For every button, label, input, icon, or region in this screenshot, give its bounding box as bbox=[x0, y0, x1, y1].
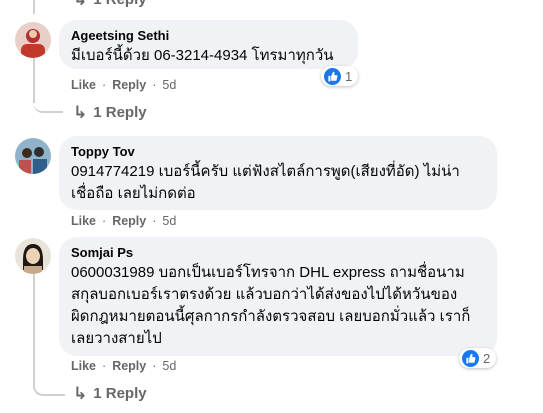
reaction-count: 2 bbox=[483, 350, 491, 366]
comment-actions: Like · Reply · 5d bbox=[71, 359, 176, 373]
reaction-summary[interactable]: 1 bbox=[321, 66, 359, 86]
separator: · bbox=[102, 359, 107, 373]
view-replies-label: 1 Reply bbox=[93, 0, 146, 8]
like-button[interactable]: Like bbox=[71, 214, 96, 228]
separator: · bbox=[152, 214, 157, 228]
thread-curve bbox=[33, 95, 63, 113]
comment-text: มีเบอร์นี้ด้วย 06-3214-4934 โทรมาทุกวัน bbox=[71, 47, 334, 64]
reply-button[interactable]: Reply bbox=[112, 78, 146, 92]
comment-author[interactable]: Ageetsing Sethi bbox=[71, 28, 346, 44]
reply-button[interactable]: Reply bbox=[112, 214, 146, 228]
view-replies-label: 1 Reply bbox=[93, 385, 147, 402]
thread-line bbox=[33, 274, 35, 387]
reaction-count: 1 bbox=[345, 68, 353, 84]
comment-actions: Like · Reply · 5d bbox=[71, 214, 176, 228]
separator: · bbox=[152, 359, 157, 373]
like-reaction-icon bbox=[462, 349, 479, 367]
avatar[interactable] bbox=[15, 22, 51, 58]
like-reaction-icon bbox=[324, 67, 341, 85]
view-replies-link[interactable]: ↳ 1 Reply bbox=[73, 104, 147, 121]
timestamp[interactable]: 5d bbox=[162, 78, 176, 92]
avatar[interactable] bbox=[15, 138, 51, 174]
reply-arrow-icon: ↳ bbox=[73, 0, 87, 8]
timestamp[interactable]: 5d bbox=[162, 359, 176, 373]
separator: · bbox=[102, 78, 107, 92]
view-replies-link[interactable]: ↳ 1 Reply bbox=[73, 385, 147, 402]
comment-bubble: Toppy Tov 0914774219 เบอร์นี้ครับ แต่ฟัง… bbox=[59, 136, 497, 210]
comment-bubble: Ageetsing Sethi มีเบอร์นี้ด้วย 06-3214-4… bbox=[59, 20, 358, 69]
separator: · bbox=[102, 214, 107, 228]
view-replies-label: 1 Reply bbox=[93, 104, 147, 121]
comment-text: 0914774219 เบอร์นี้ครับ แต่ฟังสไตล์การพู… bbox=[71, 163, 460, 202]
separator: · bbox=[152, 78, 157, 92]
like-button[interactable]: Like bbox=[71, 78, 96, 92]
thread-line bbox=[33, 0, 35, 14]
reply-arrow-icon: ↳ bbox=[73, 384, 88, 403]
comment-bubble: Somjai Ps 0600031989 บอกเป็นเบอร์โทรจาก … bbox=[59, 237, 497, 356]
thread-curve bbox=[33, 378, 65, 396]
comment-text: 0600031989 บอกเป็นเบอร์โทรจาก DHL expres… bbox=[71, 264, 471, 347]
like-button[interactable]: Like bbox=[71, 359, 96, 373]
timestamp[interactable]: 5d bbox=[162, 214, 176, 228]
comment-author[interactable]: Toppy Tov bbox=[71, 144, 485, 160]
view-replies-link[interactable]: ↳ 1 Reply bbox=[73, 0, 147, 8]
reply-arrow-icon: ↳ bbox=[73, 103, 88, 122]
comment-actions: Like · Reply · 5d bbox=[71, 78, 176, 92]
avatar[interactable] bbox=[15, 238, 51, 274]
comment-author[interactable]: Somjai Ps bbox=[71, 245, 485, 261]
reply-button[interactable]: Reply bbox=[112, 359, 146, 373]
reaction-summary[interactable]: 2 bbox=[459, 348, 497, 368]
